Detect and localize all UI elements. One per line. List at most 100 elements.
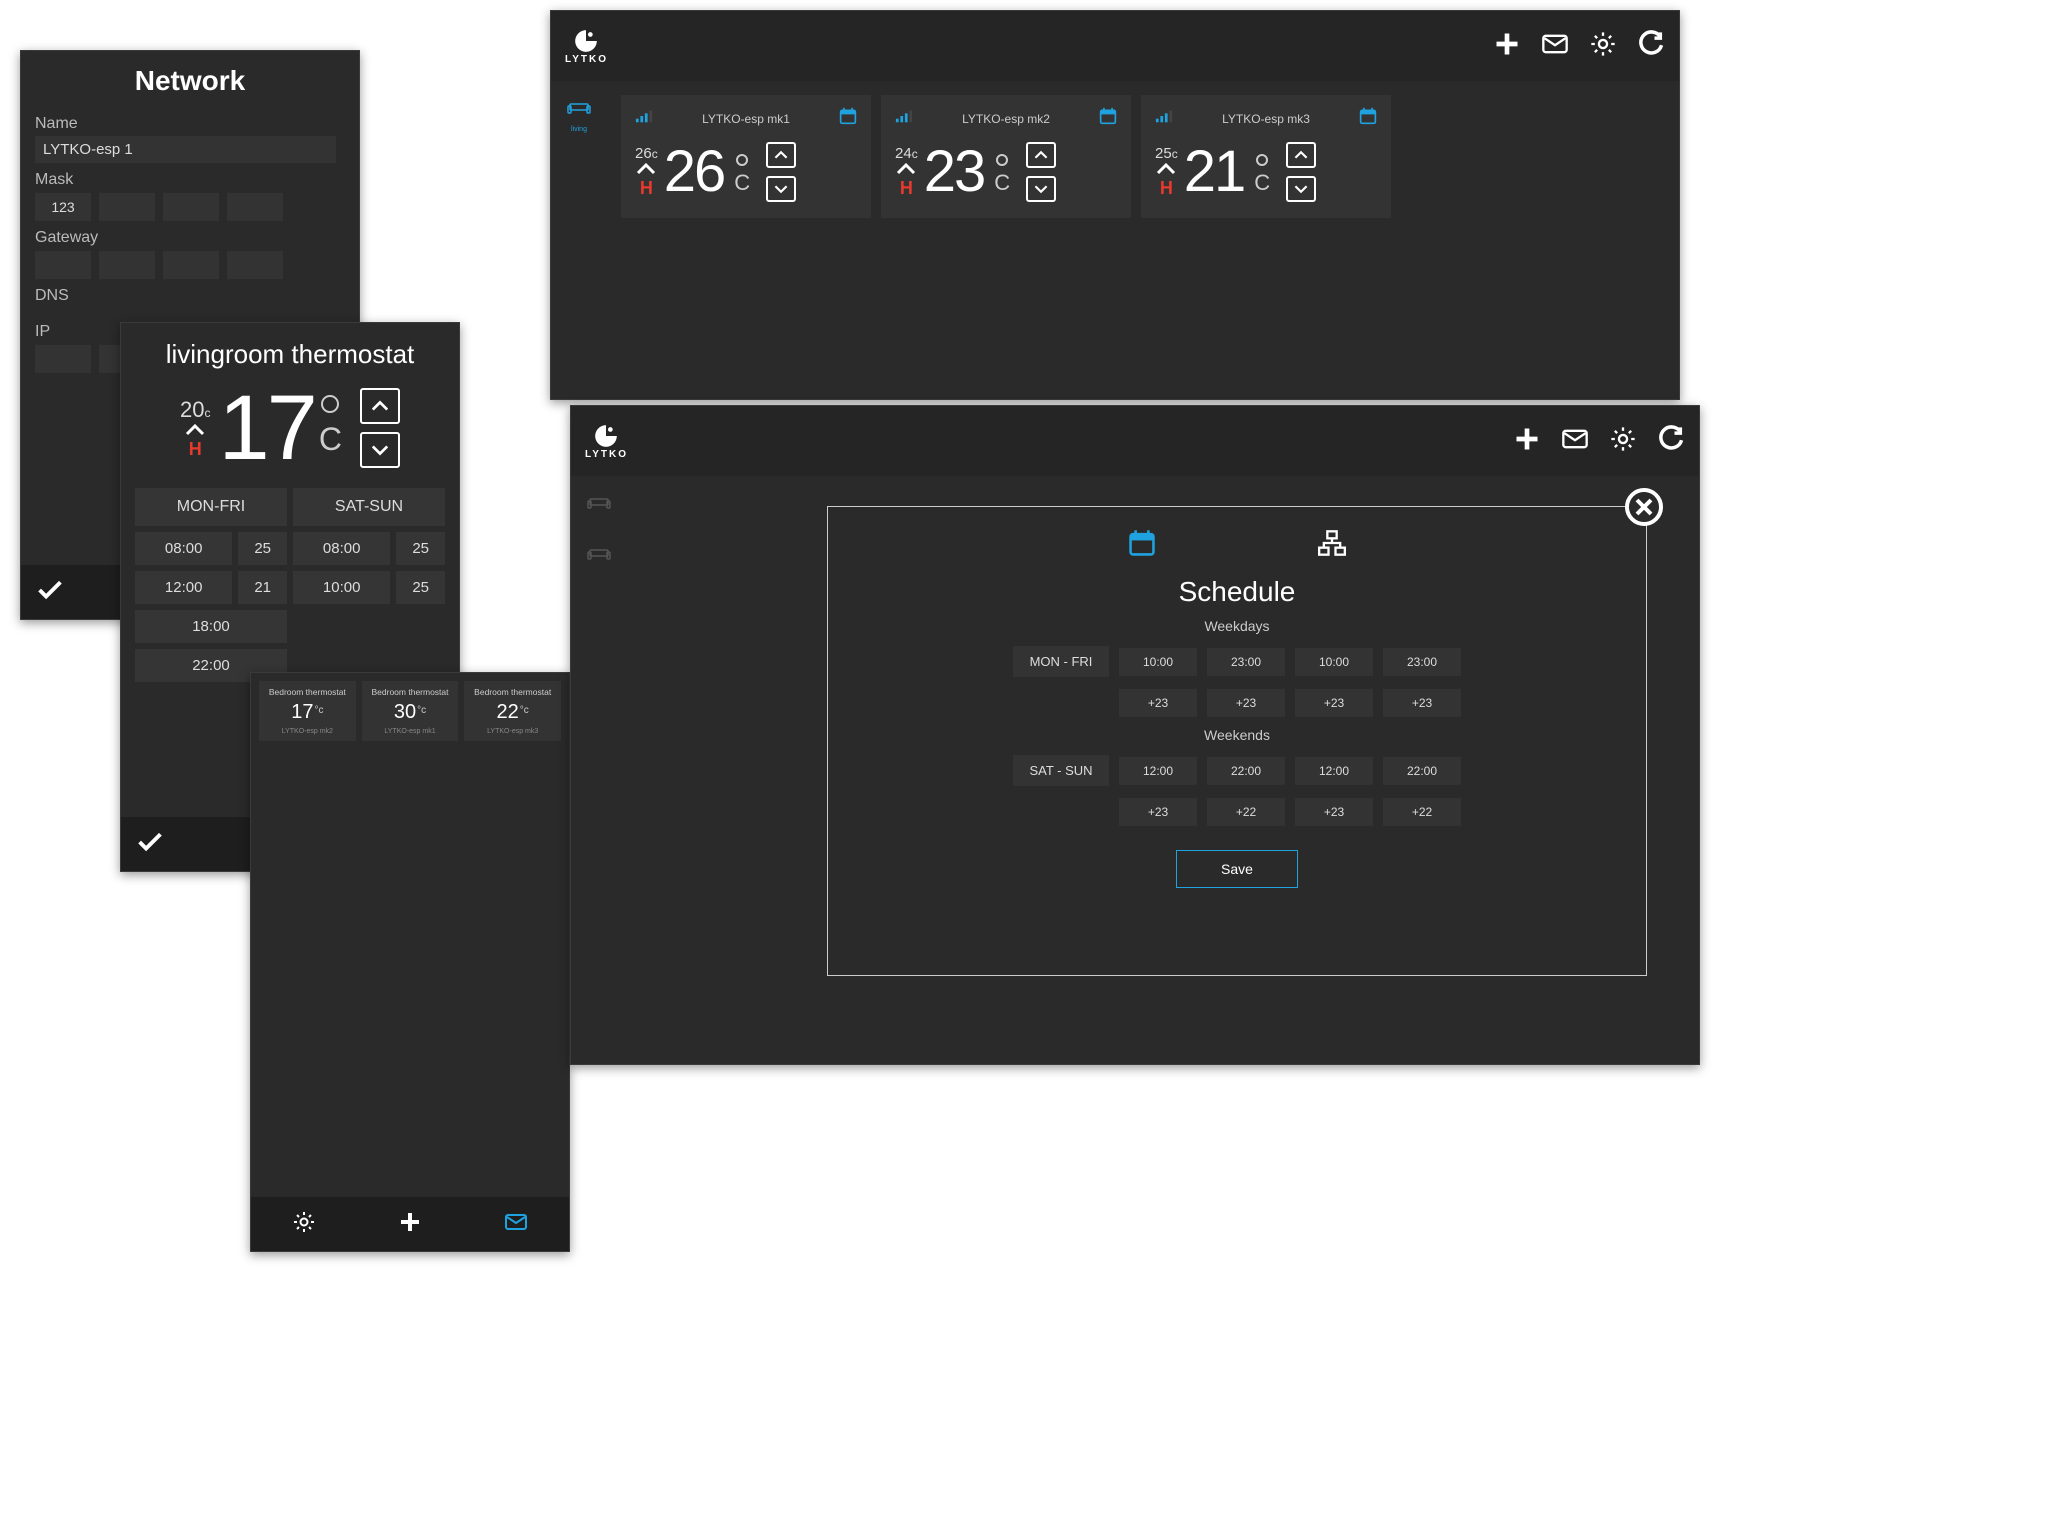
we-temp-0[interactable]: 25 — [396, 532, 445, 565]
we-p1[interactable]: +22 — [1207, 798, 1285, 826]
add-button[interactable] — [1513, 425, 1541, 458]
signal-icon — [635, 109, 653, 128]
temp-down-button[interactable] — [1286, 176, 1316, 202]
we-t3[interactable]: 22:00 — [1383, 757, 1461, 785]
brand-name: LYTKO — [585, 449, 628, 460]
name-label: Name — [35, 115, 345, 133]
add-icon[interactable] — [398, 1210, 422, 1239]
settings-icon[interactable] — [292, 1210, 316, 1239]
wd-t1[interactable]: 23:00 — [1207, 648, 1285, 676]
we-t0[interactable]: 12:00 — [1119, 757, 1197, 785]
save-button[interactable]: Save — [1176, 850, 1298, 888]
gw-seg-1[interactable] — [35, 251, 91, 279]
mini-dev-0: LYTKO-esp mk2 — [282, 728, 333, 735]
wd-t0[interactable]: 10:00 — [1119, 648, 1197, 676]
brand-name: LYTKO — [565, 54, 608, 65]
zone-icon-2[interactable] — [586, 541, 612, 568]
wd-time-2[interactable]: 18:00 — [135, 610, 287, 643]
wd-t3[interactable]: 23:00 — [1383, 648, 1461, 676]
confirm-icon[interactable] — [37, 577, 63, 608]
schedule-modal: Schedule Weekdays MON - FRI 10:00 23:00 … — [827, 506, 1647, 976]
confirm-icon[interactable] — [137, 829, 163, 860]
refresh-button[interactable] — [1657, 425, 1685, 458]
tab-weekends[interactable]: SAT-SUN — [293, 488, 445, 526]
we-p2[interactable]: +23 — [1295, 798, 1373, 826]
wd-time-1[interactable]: 12:00 — [135, 571, 232, 604]
dashboard-panel: LYTKO living LYTKO-esp mk1 26c H 26 — [550, 10, 1680, 400]
schedule-panel: LYTKO Schedule Weekdays MON - F — [570, 405, 1700, 1065]
temp-up-button[interactable] — [360, 388, 400, 424]
mask-seg-1[interactable]: 123 — [35, 193, 91, 221]
device-card-0[interactable]: LYTKO-esp mk1 26c H 26 C — [621, 95, 871, 218]
mask-seg-4[interactable] — [227, 193, 283, 221]
current-temp: 23 — [924, 147, 985, 196]
we-time-1[interactable]: 10:00 — [293, 571, 390, 604]
device-card-1[interactable]: LYTKO-esp mk2 24c H 23 C — [881, 95, 1131, 218]
refresh-button[interactable] — [1637, 30, 1665, 63]
setpoint-block: 24c H — [895, 145, 918, 199]
zone-icon-1[interactable] — [586, 490, 612, 517]
mini-dev-2: LYTKO-esp mk3 — [487, 728, 538, 735]
mini-temp-0: 17 — [291, 701, 313, 724]
mini-card-2[interactable]: Bedroom thermostat 22°c LYTKO-esp mk3 — [464, 681, 561, 741]
calendar-icon[interactable] — [1359, 107, 1377, 130]
wd-p3[interactable]: +23 — [1383, 689, 1461, 717]
temp-up-button[interactable] — [766, 142, 796, 168]
wd-p0[interactable]: +23 — [1119, 689, 1197, 717]
we-temp-1[interactable]: 25 — [396, 571, 445, 604]
weekdays-day: MON - FRI — [1013, 646, 1109, 677]
gw-seg-4[interactable] — [227, 251, 283, 279]
mini-card-0[interactable]: Bedroom thermostat 17°c LYTKO-esp mk2 — [259, 681, 356, 741]
signal-icon — [1155, 109, 1173, 128]
we-p0[interactable]: +23 — [1119, 798, 1197, 826]
heat-mode-icon: H — [1160, 178, 1173, 199]
degree-icon — [996, 154, 1008, 166]
mask-seg-3[interactable] — [163, 193, 219, 221]
we-t1[interactable]: 22:00 — [1207, 757, 1285, 785]
wd-temp-0[interactable]: 25 — [238, 532, 287, 565]
temp-up-button[interactable] — [1026, 142, 1056, 168]
current-temp: 26 — [664, 147, 725, 196]
ip-seg-1[interactable] — [35, 345, 91, 373]
temp-down-button[interactable] — [766, 176, 796, 202]
temp-down-button[interactable] — [1026, 176, 1056, 202]
tab-weekdays[interactable]: MON-FRI — [135, 488, 287, 526]
device-name: LYTKO-esp mk1 — [702, 112, 790, 126]
logo[interactable]: LYTKO — [565, 28, 608, 65]
network-title: Network — [21, 51, 359, 107]
mini-temp-2: 22 — [497, 701, 519, 724]
unit-label: C — [734, 170, 750, 196]
mini-dev-1: LYTKO-esp mk1 — [384, 728, 435, 735]
calendar-icon[interactable] — [1099, 107, 1117, 130]
temp-up-button[interactable] — [1286, 142, 1316, 168]
add-button[interactable] — [1493, 30, 1521, 63]
mail-button[interactable] — [1541, 30, 1569, 63]
gw-seg-2[interactable] — [99, 251, 155, 279]
zone-living-icon[interactable] — [566, 95, 592, 122]
wd-time-0[interactable]: 08:00 — [135, 532, 232, 565]
temp-down-button[interactable] — [360, 432, 400, 468]
schedule-tab-icon[interactable] — [1127, 529, 1157, 562]
mail-button[interactable] — [1561, 425, 1589, 458]
name-input[interactable] — [35, 136, 336, 163]
mail-icon[interactable] — [504, 1210, 528, 1239]
settings-button[interactable] — [1609, 425, 1637, 458]
wd-temp-1[interactable]: 21 — [238, 571, 287, 604]
wd-t2[interactable]: 10:00 — [1295, 648, 1373, 676]
we-t2[interactable]: 12:00 — [1295, 757, 1373, 785]
wd-p2[interactable]: +23 — [1295, 689, 1373, 717]
unit-label: C — [1254, 170, 1270, 196]
device-card-2[interactable]: LYTKO-esp mk3 25c H 21 C — [1141, 95, 1391, 218]
mini-card-1[interactable]: Bedroom thermostat 30°c LYTKO-esp mk1 — [362, 681, 459, 741]
network-tab-icon[interactable] — [1317, 529, 1347, 562]
setpoint-block: 20c H — [180, 397, 210, 460]
settings-button[interactable] — [1589, 30, 1617, 63]
gw-seg-3[interactable] — [163, 251, 219, 279]
we-time-0[interactable]: 08:00 — [293, 532, 390, 565]
mask-seg-2[interactable] — [99, 193, 155, 221]
calendar-icon[interactable] — [839, 107, 857, 130]
we-p3[interactable]: +22 — [1383, 798, 1461, 826]
close-icon[interactable] — [1624, 487, 1664, 527]
wd-p1[interactable]: +23 — [1207, 689, 1285, 717]
logo[interactable]: LYTKO — [585, 423, 628, 460]
